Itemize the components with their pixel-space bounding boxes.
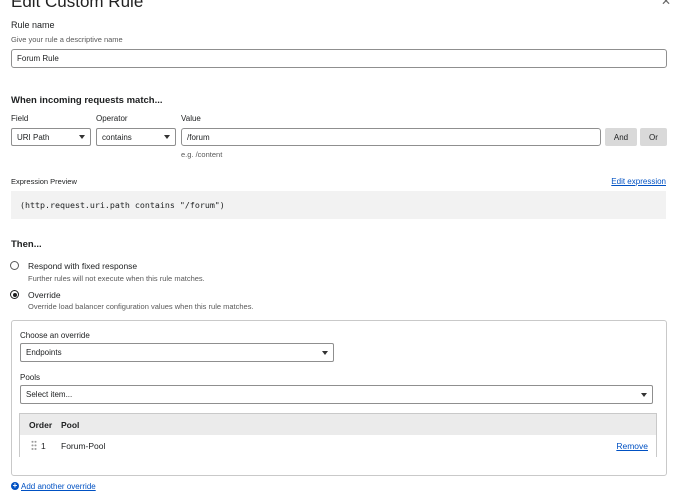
- expression-preview-code: (http.request.uri.path contains "/forum"…: [11, 191, 666, 219]
- field-select[interactable]: URI Path: [11, 128, 91, 146]
- column-header-order: Order: [29, 419, 53, 430]
- field-label: Field: [11, 114, 29, 123]
- operator-select[interactable]: contains: [96, 128, 176, 146]
- and-button[interactable]: And: [605, 128, 637, 146]
- chevron-down-icon: [322, 350, 328, 355]
- operator-select-value: contains: [102, 132, 132, 142]
- override-select-value: Endpoints: [26, 348, 62, 357]
- override-select[interactable]: Endpoints: [20, 343, 334, 362]
- chevron-down-icon: [641, 392, 647, 397]
- close-icon[interactable]: ✕: [661, 0, 671, 8]
- pools-label: Pools: [20, 373, 41, 382]
- fixed-response-radio[interactable]: [10, 261, 19, 270]
- rule-name-hint: Give your rule a descriptive name: [11, 35, 123, 44]
- plus-circle-icon[interactable]: +: [11, 482, 19, 490]
- chevron-down-icon: [164, 135, 170, 139]
- pools-select-placeholder: Select item...: [26, 390, 73, 399]
- or-button[interactable]: Or: [640, 128, 667, 146]
- field-select-value: URI Path: [17, 132, 50, 142]
- override-radio[interactable]: [10, 290, 19, 299]
- override-label[interactable]: Override: [28, 290, 61, 300]
- pools-select[interactable]: Select item...: [20, 385, 653, 404]
- value-input[interactable]: /forum: [181, 128, 601, 146]
- choose-override-label: Choose an override: [20, 331, 90, 340]
- table-row: 1 Forum-Pool Remove: [20, 435, 656, 457]
- column-header-pool: Pool: [61, 419, 80, 430]
- table-header: Order Pool: [20, 414, 656, 435]
- edit-expression-link[interactable]: Edit expression: [611, 177, 666, 186]
- operator-label: Operator: [96, 114, 128, 123]
- chevron-down-icon: [79, 135, 85, 139]
- remove-link[interactable]: Remove: [616, 441, 648, 451]
- rule-name-label: Rule name: [11, 20, 55, 30]
- fixed-response-label[interactable]: Respond with fixed response: [28, 261, 137, 271]
- fixed-response-description: Further rules will not execute when this…: [28, 274, 205, 283]
- row-order: 1: [41, 441, 46, 451]
- rule-name-input[interactable]: Forum Rule: [11, 49, 667, 68]
- row-pool-name: Forum-Pool: [61, 441, 106, 451]
- page-title: Edit Custom Rule: [11, 0, 144, 11]
- value-label: Value: [181, 114, 201, 123]
- override-description: Override load balancer configuration val…: [28, 302, 254, 311]
- expression-preview-label: Expression Preview: [11, 177, 77, 186]
- add-override-link[interactable]: Add another override: [21, 482, 96, 491]
- value-hint: e.g. /content: [181, 150, 223, 159]
- drag-handle-icon[interactable]: [31, 440, 37, 451]
- then-heading: Then...: [11, 239, 42, 250]
- match-heading: When incoming requests match...: [11, 95, 163, 106]
- pools-table: Order Pool 1 Forum-Pool Remove: [19, 413, 657, 457]
